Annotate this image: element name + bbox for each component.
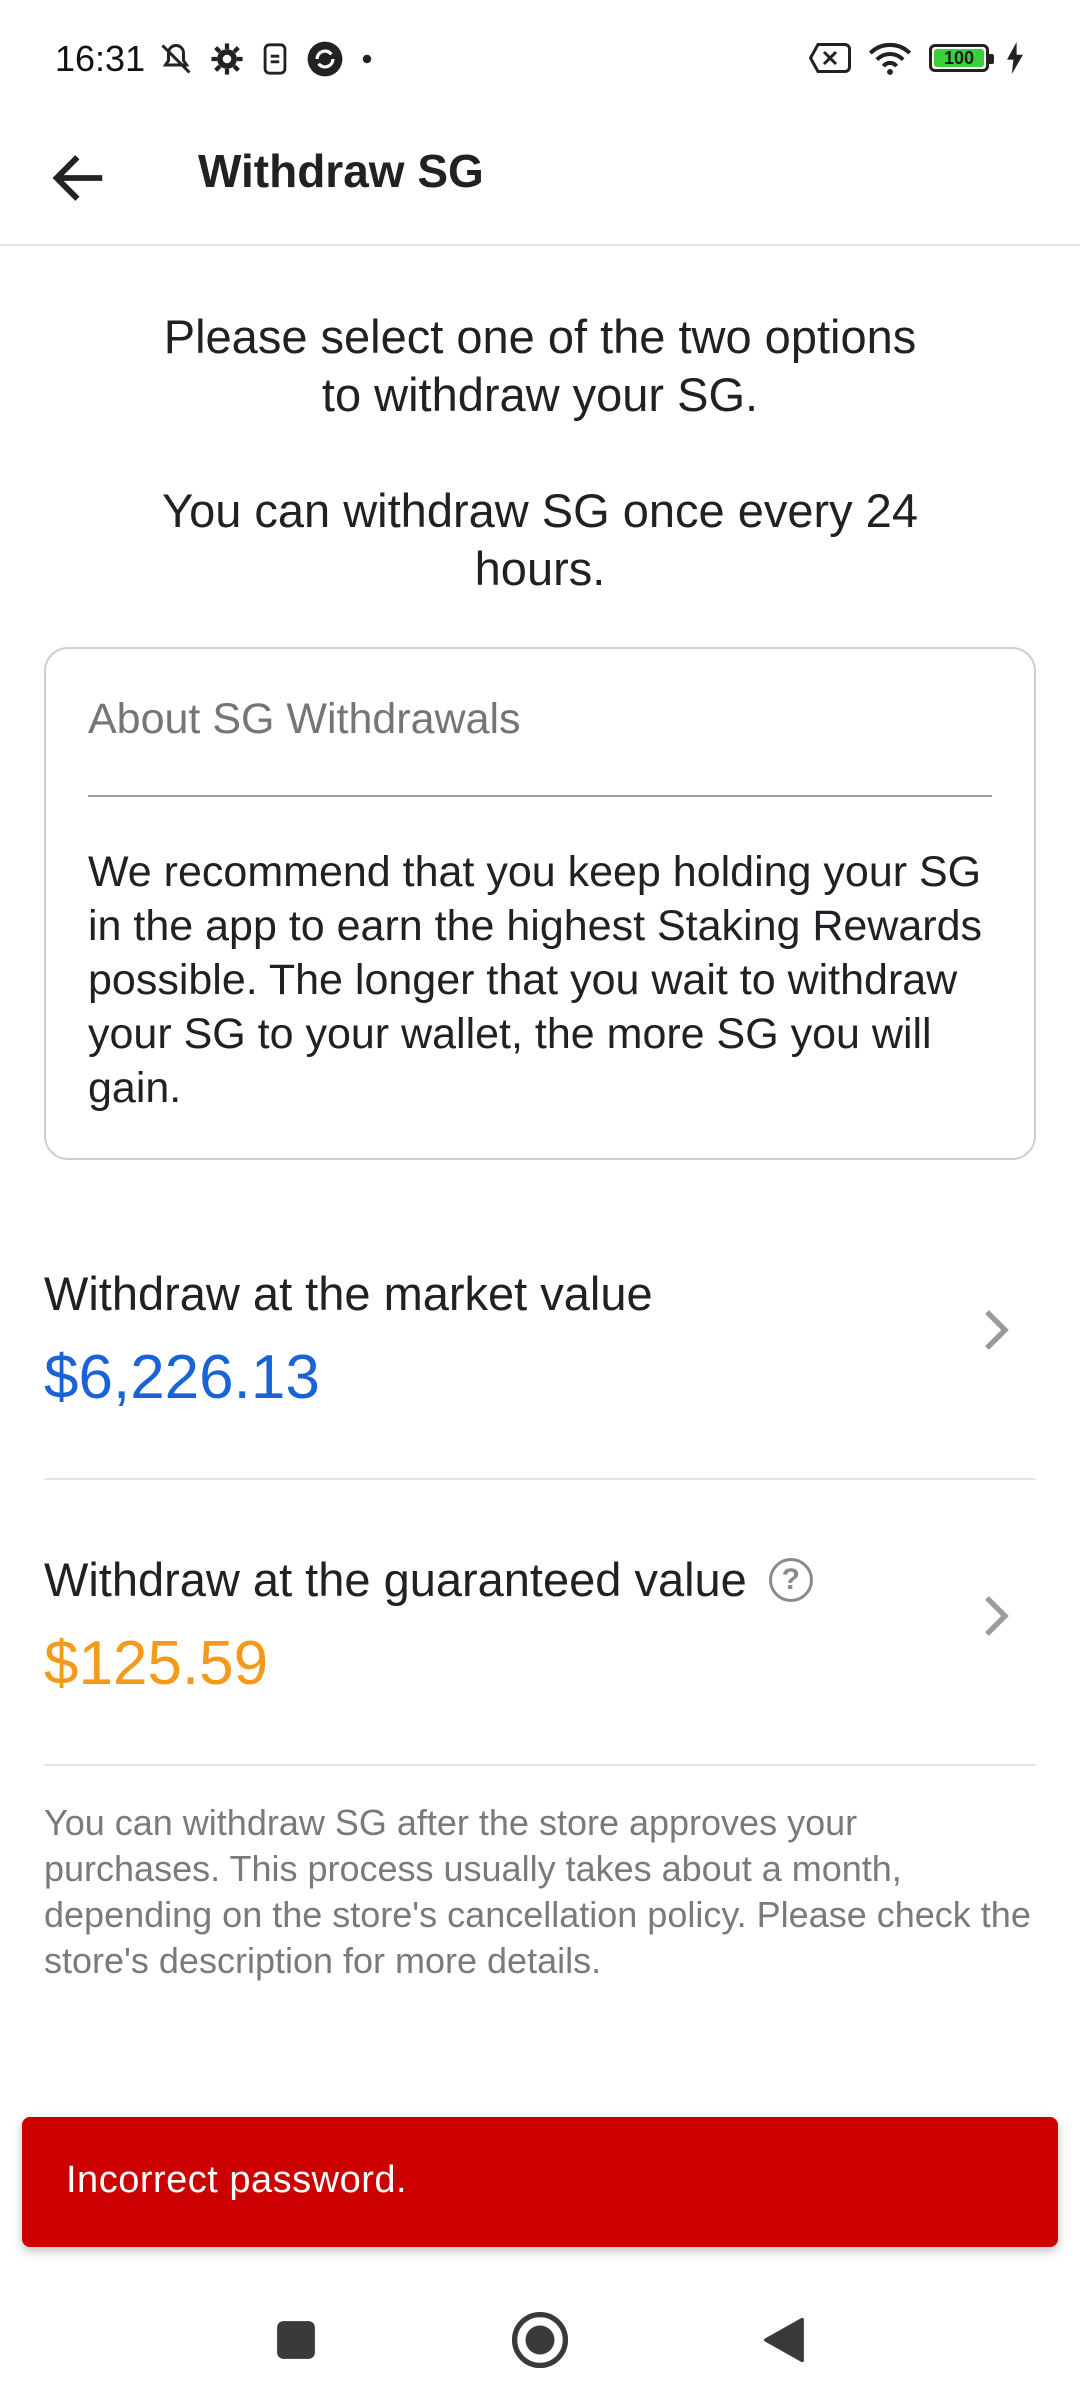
- about-divider: [88, 795, 992, 797]
- about-card: About SG Withdrawals We recommend that y…: [44, 647, 1036, 1160]
- status-left-icons: [158, 40, 374, 78]
- chevron-right-icon: [985, 1310, 1009, 1350]
- mute-icon: [161, 43, 191, 74]
- charging-icon: [1007, 42, 1023, 74]
- system-nav-bar: [0, 2270, 1080, 2400]
- page-title: Withdraw SG: [198, 145, 484, 197]
- wifi-icon: [868, 42, 912, 75]
- back-triangle-icon[interactable]: [754, 2310, 814, 2370]
- battery-icon: 100: [929, 44, 994, 72]
- intro-line-3: You can withdraw SG once every 24: [162, 484, 918, 537]
- option-label-text: Withdraw at the guaranteed value: [44, 1553, 747, 1606]
- guaranteed-value-amount: $125.59: [44, 1629, 269, 1698]
- option-label: Withdraw at the guaranteed value ?: [44, 1552, 813, 1607]
- option-label: Withdraw at the market value: [44, 1266, 653, 1321]
- help-icon[interactable]: ?: [768, 1557, 813, 1602]
- sim-icon: [263, 43, 287, 75]
- about-body: We recommend that you keep holding your …: [88, 848, 983, 1112]
- status-right-icons: 100: [809, 40, 1025, 76]
- battery-level: 100: [943, 47, 975, 68]
- option-guaranteed-value[interactable]: Withdraw at the guaranteed value ? $125.…: [44, 1480, 1036, 1766]
- back-arrow-icon[interactable]: [46, 146, 110, 210]
- intro-text-1: Please select one of the two options to …: [100, 308, 980, 424]
- home-circle-icon[interactable]: [510, 2310, 570, 2370]
- option-label-text: Withdraw at the market value: [44, 1267, 653, 1320]
- intro-line-1: Please select one of the two options: [163, 310, 917, 363]
- snackbar-message: Incorrect password.: [66, 2159, 408, 2201]
- intro-line-4: hours.: [474, 542, 606, 595]
- gear-icon: [211, 43, 243, 75]
- about-title: About SG Withdrawals: [88, 695, 521, 743]
- error-snackbar: Incorrect password.: [22, 2117, 1058, 2247]
- footnote: You can withdraw SG after the store appr…: [44, 1802, 1031, 1981]
- dot-icon: [362, 54, 372, 64]
- app-bar: Withdraw SG: [0, 122, 1080, 246]
- status-time: 16:31: [55, 38, 146, 79]
- sync-icon: [307, 41, 343, 77]
- chevron-right-icon: [985, 1596, 1009, 1636]
- status-bar: 16:31 100: [0, 0, 1080, 122]
- intro-text-2: You can withdraw SG once every 24 hours.: [100, 482, 980, 598]
- market-value-amount: $6,226.13: [44, 1343, 320, 1412]
- recents-square-icon[interactable]: [266, 2310, 326, 2370]
- option-market-value[interactable]: Withdraw at the market value $6,226.13: [44, 1194, 1036, 1480]
- intro-line-2: to withdraw your SG.: [321, 368, 759, 421]
- no-sim-icon: [809, 43, 851, 73]
